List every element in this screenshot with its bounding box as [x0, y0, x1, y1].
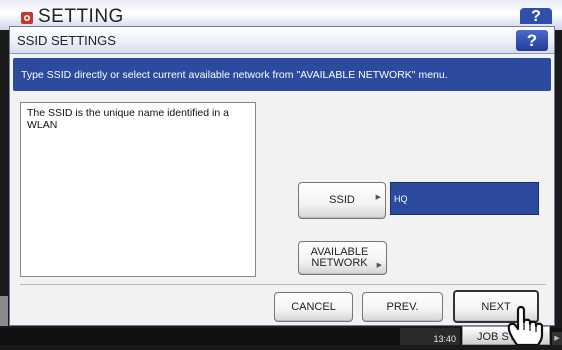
- dialog-title: SSID SETTINGS: [17, 33, 116, 48]
- dialog-title-bar: SSID SETTINGS ?: [10, 27, 554, 54]
- arrow-right-icon: ▶: [375, 194, 381, 201]
- background-edge: [0, 296, 8, 326]
- available-network-label-line2: NETWORK: [311, 257, 368, 269]
- instruction-text: Type SSID directly or select current ava…: [21, 69, 448, 81]
- divider: [20, 284, 546, 285]
- hand-pointer-icon: [507, 305, 544, 345]
- instruction-bar: Type SSID directly or select current ava…: [13, 58, 551, 91]
- ssid-button-label: SSID: [329, 194, 355, 206]
- settings-icon: [21, 12, 33, 24]
- background-help-button[interactable]: ?: [520, 8, 552, 25]
- ssid-field[interactable]: HQ: [390, 182, 539, 215]
- arrow-right-icon: ▶: [376, 262, 382, 269]
- description-box: The SSID is the unique name identified i…: [20, 102, 256, 277]
- cancel-button[interactable]: CANCEL: [274, 292, 353, 322]
- available-network-button[interactable]: AVAILABLE NETWORK ▶: [298, 241, 387, 275]
- arrow-right-icon[interactable]: ▶: [552, 332, 562, 345]
- background-title: SETTING: [38, 6, 124, 27]
- ssid-button[interactable]: SSID ▶: [298, 182, 386, 219]
- help-button[interactable]: ?: [516, 30, 548, 51]
- clock: 13:40: [400, 328, 460, 345]
- prev-button[interactable]: PREV.: [362, 292, 443, 322]
- ssid-settings-dialog: SSID SETTINGS ? Type SSID directly or se…: [9, 26, 555, 326]
